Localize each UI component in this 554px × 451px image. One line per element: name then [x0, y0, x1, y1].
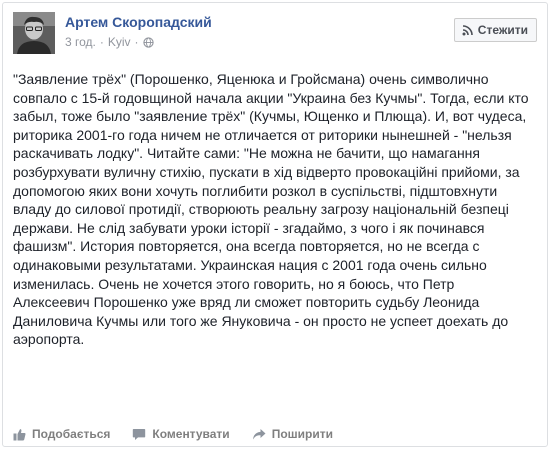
comment-label: Коментувати — [152, 427, 230, 441]
facebook-post: Артем Скоропадский 3 год. · Kyiv · Стежи… — [2, 2, 548, 447]
follow-button-label: Стежити — [477, 23, 528, 37]
comment-button[interactable]: Коментувати — [132, 427, 230, 441]
author-block: Артем Скоропадский 3 год. · Kyiv · — [65, 13, 212, 49]
globe-icon[interactable] — [142, 36, 154, 48]
post-actions: Подобається Коментувати Поширити — [13, 427, 355, 441]
thumbs-up-icon — [13, 428, 26, 441]
share-button[interactable]: Поширити — [252, 427, 333, 441]
post-text: "Заявление трёх" (Порошенко, Яценюка и Г… — [13, 71, 529, 348]
post-meta: 3 год. · Kyiv · — [65, 35, 212, 49]
post-header: Артем Скоропадский 3 год. · Kyiv · Стежи… — [13, 12, 537, 58]
author-avatar[interactable] — [13, 12, 55, 54]
post-location[interactable]: Kyiv — [108, 35, 131, 49]
like-label: Подобається — [32, 427, 111, 441]
like-button[interactable]: Подобається — [13, 427, 110, 441]
post-timestamp[interactable]: 3 год. — [65, 35, 96, 49]
follow-button[interactable]: Стежити — [453, 18, 537, 42]
share-label: Поширити — [271, 427, 333, 441]
post-body: "Заявление трёх" (Порошенко, Яценюка и Г… — [13, 70, 533, 349]
meta-separator: · — [134, 35, 139, 49]
comment-icon — [132, 428, 146, 441]
author-name-link[interactable]: Артем Скоропадский — [65, 13, 212, 31]
rss-icon — [462, 24, 473, 36]
share-arrow-icon — [252, 428, 266, 441]
meta-separator: · — [99, 35, 104, 49]
